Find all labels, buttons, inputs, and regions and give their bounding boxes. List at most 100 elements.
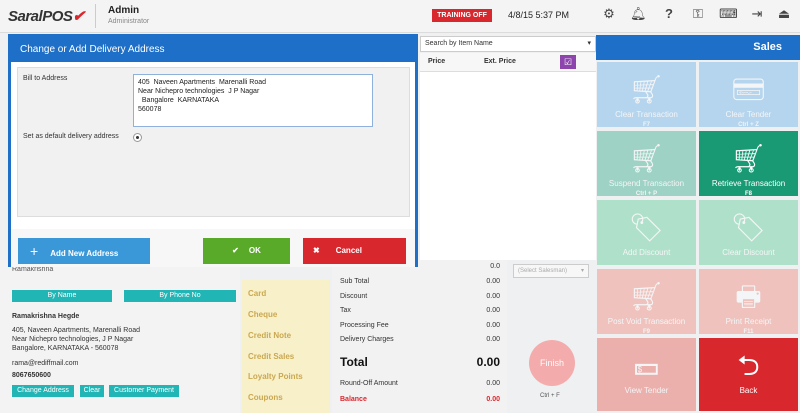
delivery-address-dialog: Change or Add Delivery Address Bill to A… xyxy=(8,34,418,267)
tax-row: Tax 0.00 xyxy=(340,307,500,320)
sales-tile[interactable]: 🏷︎ Add Discount xyxy=(597,200,696,265)
sales-tile-label: Suspend Transaction xyxy=(608,179,685,188)
back-arrow-icon: ⮌ xyxy=(737,350,760,381)
payment-cheque[interactable]: Cheque xyxy=(248,310,277,319)
cart-pause-icon: 🛒︎ xyxy=(628,143,665,174)
keyboard-icon[interactable]: ⌨ xyxy=(719,6,738,22)
salesman-select[interactable]: (Select Salesman) ▾ xyxy=(513,264,589,278)
clear-customer-button[interactable]: Clear xyxy=(80,385,104,397)
subtotal-label: Sub Total xyxy=(340,278,370,285)
default-address-label: Set as default delivery address xyxy=(23,133,119,140)
processing-fee-value: 0.00 xyxy=(486,322,500,329)
sales-tile-shortcut: F9 xyxy=(642,329,650,334)
processing-fee-label: Processing Fee xyxy=(340,322,389,329)
tag-minus-icon: 🏷︎ xyxy=(730,212,767,243)
address-line: Near Nichepro technologies, J P Nagar xyxy=(12,336,134,343)
sales-tile[interactable]: 🛒︎ Post Void Transaction F9 xyxy=(597,269,696,334)
customer-search-input[interactable]: Ramakrishna xyxy=(12,266,53,273)
balance-label: Balance xyxy=(340,396,367,403)
help-icon[interactable]: ? xyxy=(661,6,677,22)
by-name-button[interactable]: By Name xyxy=(12,290,112,302)
chevron-down-icon: ▾ xyxy=(587,40,591,47)
bill-to-label: Bill to Address xyxy=(23,75,68,82)
sales-tile-label: Retrieve Transaction xyxy=(711,179,786,188)
address-textarea[interactable]: 405 Naveen Apartments Marenalli Road Nea… xyxy=(133,74,373,127)
datetime: 4/8/15 5:37 PM xyxy=(508,10,570,20)
roundoff-label: Round-Off Amount xyxy=(340,380,398,387)
sales-tile-label: Print Receipt xyxy=(725,317,772,326)
add-new-address-label: Add New Address xyxy=(50,249,119,258)
total-label: Total xyxy=(340,355,368,369)
ok-button[interactable]: ✔ OK xyxy=(203,238,290,264)
training-toggle-button[interactable]: TRAINING OFF xyxy=(432,9,492,22)
sales-tile-label: Clear Discount xyxy=(722,248,775,257)
discount-row: Discount 0.00 xyxy=(340,293,500,306)
sales-tile-label: Clear Transaction xyxy=(615,110,678,119)
finish-button[interactable]: Finish xyxy=(529,340,575,386)
sales-tile-label: Back xyxy=(739,386,758,395)
item-search-select[interactable]: Search by Item Name ▾ xyxy=(420,36,596,52)
sales-tile-label: Clear Tender xyxy=(725,110,772,119)
payment-credit-sales[interactable]: Credit Sales xyxy=(248,352,294,361)
close-icon: ✖ xyxy=(313,246,320,255)
payment-card[interactable]: Card xyxy=(248,289,266,298)
col-price: Price xyxy=(428,58,446,65)
delivery-charges-row: Delivery Charges 0.00 xyxy=(340,336,500,349)
sales-tile[interactable]: 🏷︎ Clear Discount xyxy=(699,200,798,265)
app-logo: SaralPOS✔ xyxy=(8,8,85,25)
sales-tile[interactable]: 🛒︎ Clear Transaction F7 xyxy=(597,62,696,127)
default-address-radio[interactable] xyxy=(133,133,142,142)
sales-tile[interactable]: 💵︎ View Tender xyxy=(597,338,696,411)
customer-name: Ramakrishna Hegde xyxy=(12,313,80,320)
delivery-charges-label: Delivery Charges xyxy=(340,336,394,343)
balance-value: 0.00 xyxy=(486,396,500,403)
customer-phone: 8067650600 xyxy=(12,372,51,379)
address-line: Bangalore, KARNATAKA - 560078 xyxy=(12,345,119,352)
subtotal-row: Sub Total 0.00 xyxy=(340,278,500,291)
sales-tile[interactable]: 🛒︎ Suspend Transaction Ctrl + P xyxy=(597,131,696,196)
cart-minus-icon: 🛒︎ xyxy=(628,74,665,105)
chevron-down-icon: ▾ xyxy=(580,268,584,274)
key-icon[interactable]: ⚿ xyxy=(690,6,706,22)
select-all-checkbox[interactable]: ☑ xyxy=(560,55,576,69)
by-phone-button[interactable]: By Phone No xyxy=(124,290,236,302)
sales-tile[interactable]: ⮌ Back xyxy=(699,338,798,411)
sales-header: Sales xyxy=(596,35,800,60)
customer-address: 405, Naveen Apartments, Marenalli Road N… xyxy=(12,326,140,353)
discount-value: 0.00 xyxy=(486,293,500,300)
change-address-button[interactable]: Change Address xyxy=(12,385,74,397)
payment-coupons[interactable]: Coupons xyxy=(248,393,283,402)
sales-tile[interactable]: 🖶 Print Receipt F11 xyxy=(699,269,798,334)
sales-tile-shortcut: Ctrl + P xyxy=(635,191,658,196)
subtotal-value: 0.00 xyxy=(486,278,500,285)
payment-credit-note[interactable]: Credit Note xyxy=(248,331,291,340)
sales-tile-shortcut: F8 xyxy=(744,191,752,196)
cancel-button[interactable]: ✖ Cancel xyxy=(303,238,406,264)
sales-tile[interactable]: 🛒︎ Retrieve Transaction F8 xyxy=(699,131,798,196)
sales-tile[interactable]: 💳︎ Clear Tender Ctrl + Z xyxy=(699,62,798,127)
item-grid xyxy=(420,72,596,260)
col-ext-price: Ext. Price xyxy=(484,58,516,65)
tax-value: 0.00 xyxy=(486,307,500,314)
cash-icon: 💵︎ xyxy=(633,350,660,381)
totals-top-value: 0.0 xyxy=(490,263,500,270)
user-role: Administrator xyxy=(108,18,150,25)
exit-icon[interactable]: ⏏ xyxy=(776,6,792,22)
sales-tile-shortcut: F11 xyxy=(743,329,754,334)
sales-tile-label: Post Void Transaction xyxy=(607,317,686,326)
printer-icon: 🖶 xyxy=(735,281,762,312)
finish-shortcut: Ctrl + F xyxy=(540,393,560,399)
add-new-address-button[interactable]: + Add New Address xyxy=(18,238,150,264)
customer-payment-button[interactable]: Customer Payment xyxy=(109,385,179,397)
sales-tile-label: View Tender xyxy=(624,386,669,395)
tag-plus-icon: 🏷︎ xyxy=(628,212,665,243)
gear-icon[interactable]: ⚙ xyxy=(601,6,617,22)
processing-fee-row: Processing Fee 0.00 xyxy=(340,322,500,335)
divider xyxy=(95,4,96,28)
tax-label: Tax xyxy=(340,307,351,314)
bell-icon[interactable]: 🔔︎ xyxy=(630,6,647,22)
payment-loyalty-points[interactable]: Loyalty Points xyxy=(248,372,303,381)
salesman-placeholder: (Select Salesman) xyxy=(518,268,568,274)
logout-icon[interactable]: ⇥ xyxy=(749,6,765,22)
balance-row: Balance 0.00 xyxy=(340,396,500,409)
